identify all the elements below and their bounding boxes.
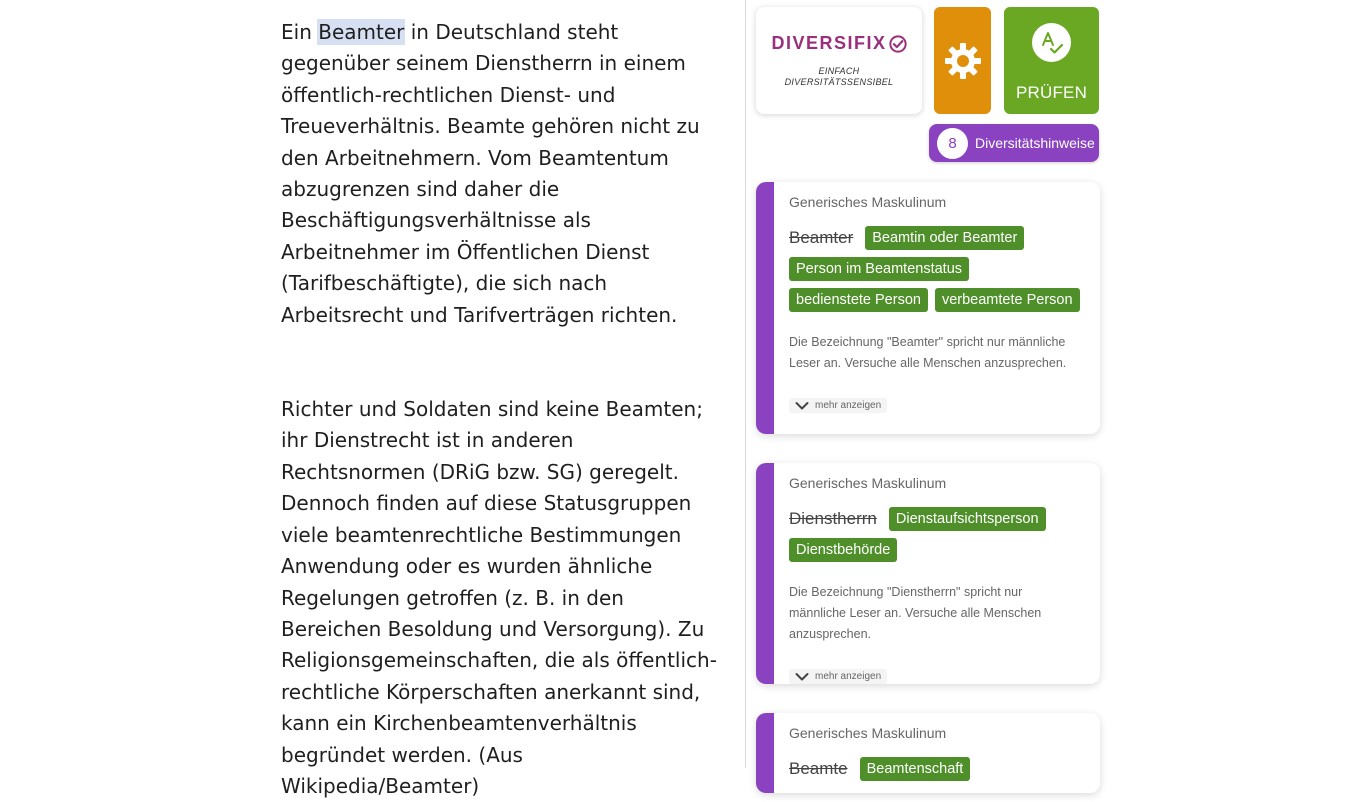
logo-wordmark: DIVERSIFIX bbox=[771, 33, 907, 54]
hints-count-badge: 8 bbox=[937, 127, 968, 159]
suggestion-chip[interactable]: Dienstbehörde bbox=[789, 538, 898, 562]
spellcheck-icon bbox=[1041, 31, 1063, 54]
document-body[interactable]: Ein Beamter in Deutschland steht gegenüb… bbox=[281, 17, 721, 802]
diversifix-logo: DIVERSIFIX EINFACH DIVERSITÄTSSENSIBEL bbox=[756, 7, 922, 114]
hint-category: Generisches Maskulinum bbox=[789, 194, 947, 210]
show-more-label: mehr anzeigen bbox=[815, 400, 882, 411]
paragraph-2: Richter und Soldaten sind keine Beamten;… bbox=[281, 397, 717, 798]
diversity-hints-button[interactable]: 8 Diversitätshinweise bbox=[929, 124, 1099, 162]
check-button-label: PRÜFEN bbox=[1015, 83, 1088, 102]
pane-divider bbox=[745, 0, 746, 768]
hints-label: Diversitätshinweise bbox=[975, 135, 1095, 151]
chevron-down-icon bbox=[795, 672, 809, 680]
hint-description: Die Bezeichnung "Dienstherrn" spricht nu… bbox=[789, 585, 1042, 641]
suggestion-chip[interactable]: Person im Beamtenstatus bbox=[789, 257, 970, 281]
original-word: Beamter bbox=[789, 228, 854, 247]
hint-words: Dienstherrn Dienstaufsichtsperson Dienst… bbox=[789, 507, 1088, 569]
suggestion-chip[interactable]: verbeamtete Person bbox=[934, 288, 1080, 312]
card-accent-bar bbox=[756, 182, 774, 434]
paragraph-1-start: Ein bbox=[281, 20, 319, 44]
paragraph-1: Ein Beamter in Deutschland steht gegenüb… bbox=[281, 17, 721, 331]
highlighted-word[interactable]: Beamter bbox=[318, 20, 405, 44]
hint-description: Die Bezeichnung "Beamter" spricht nur mä… bbox=[789, 335, 1067, 370]
tagline-line-1: EINFACH bbox=[818, 66, 860, 76]
tagline-line-2: DIVERSITÄTSSENSIBEL bbox=[784, 77, 894, 87]
original-word: Dienstherrn bbox=[789, 509, 877, 528]
chevron-down-icon bbox=[795, 401, 809, 409]
check-icon-circle bbox=[1032, 23, 1071, 62]
hint-card[interactable]: Generisches Maskulinum Dienstherrn Diens… bbox=[756, 463, 1100, 684]
show-more-label: mehr anzeigen bbox=[815, 671, 882, 682]
original-word: Beamte bbox=[789, 759, 848, 778]
suggestion-chip[interactable]: bedienstete Person bbox=[789, 288, 928, 312]
card-accent-bar bbox=[756, 463, 774, 684]
hint-category: Generisches Maskulinum bbox=[789, 725, 947, 741]
card-accent-bar bbox=[756, 713, 774, 793]
hint-category: Generisches Maskulinum bbox=[789, 475, 947, 491]
paragraph-1-rest: in Deutschland steht gegenüber seinem Di… bbox=[281, 20, 700, 327]
settings-button[interactable] bbox=[934, 7, 991, 114]
hint-card[interactable]: Generisches Maskulinum Beamte Beamtensch… bbox=[756, 713, 1100, 793]
hint-words: Beamte Beamtenschaft bbox=[789, 757, 1088, 788]
logo-tagline: EINFACH DIVERSITÄTSSENSIBEL bbox=[785, 66, 894, 88]
suggestion-chip[interactable]: Beamtenschaft bbox=[859, 757, 971, 781]
show-more-button[interactable]: mehr anzeigen bbox=[789, 669, 888, 684]
suggestion-chip[interactable]: Beamtin oder Beamter bbox=[865, 226, 1025, 250]
hint-card[interactable]: Generisches Maskulinum Beamter Beamtin o… bbox=[756, 182, 1100, 434]
check-button[interactable]: PRÜFEN bbox=[1004, 7, 1099, 114]
logo-name: DIVERSIFIX bbox=[771, 33, 887, 53]
hint-words: Beamter Beamtin oder Beamter Person im B… bbox=[789, 226, 1088, 319]
gear-icon bbox=[944, 42, 981, 79]
check-badge-icon bbox=[888, 34, 907, 53]
show-more-button[interactable]: mehr anzeigen bbox=[789, 398, 888, 413]
suggestion-chip[interactable]: Dienstaufsichtsperson bbox=[888, 507, 1046, 531]
